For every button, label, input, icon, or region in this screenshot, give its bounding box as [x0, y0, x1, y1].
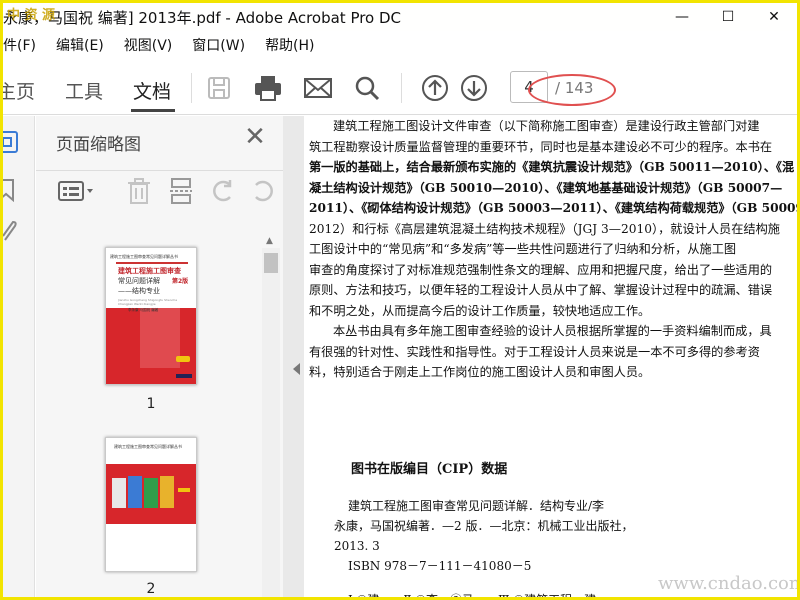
cip-line: 永康，马国祝编著．—2 版．—北京：机械工业出版社，: [334, 519, 634, 533]
toolbar-separator: [401, 73, 402, 103]
cover-series-text: 建筑工程施工图审查常见问题详解丛书: [110, 254, 178, 259]
thumbnail-label-2: 2: [146, 581, 156, 597]
doc-line: 工图设计中的“常见病”和“多发病”等一些共性问题进行了归纳和分析，从施工图: [309, 242, 737, 256]
panel-toolbar: [36, 170, 283, 210]
page-up-icon[interactable]: [420, 73, 450, 103]
menu-view[interactable]: 视图(V): [124, 35, 173, 55]
cover-title-line2: 常见问题详解: [118, 277, 160, 285]
doc-line: 2011）、《砌体结构设计规范》（GB 50003—2011）、《建筑结构荷载规…: [309, 201, 797, 215]
annotation-ellipse: [528, 74, 616, 106]
document-view[interactable]: 建筑工程施工图设计文件审查（以下简称施工图审查）是建设行政主管部门对建 筑工程勘…: [304, 116, 797, 600]
main-toolbar: 主页 工具 文档 4 / 143: [3, 61, 797, 115]
active-tab-indicator: [131, 109, 175, 112]
tab-tools[interactable]: 工具: [65, 77, 103, 104]
attachments-icon[interactable]: [3, 220, 19, 248]
window-controls: — ☐ ✕: [659, 3, 797, 31]
page-thumbnails-icon[interactable]: [3, 130, 21, 158]
search-icon[interactable]: [352, 73, 382, 103]
cover-title-line1: 建筑工程施工图审查: [118, 266, 181, 275]
menu-bar: 件(F) 编辑(E) 视图(V) 窗口(W) 帮助(H): [3, 33, 797, 57]
doc-line: 第一版的基础上，结合最新颁布实施的《建筑抗震设计规范》（GB 50011—201…: [309, 160, 795, 174]
doc-line: 和不明之处，从而提高今后的设计工作质量，较快地适应工作。: [309, 303, 651, 318]
site-watermark: www.cndao.com: [658, 573, 800, 594]
doc-line: 有很强的针对性、实践性和指导性。对于工程设计人员来说是一本不可多得的参考资: [309, 344, 760, 359]
doc-line: 本丛书由具有多年施工图审查经验的设计人员根据所掌握的一手资料编制而成，具: [333, 324, 772, 338]
scroll-up-arrow[interactable]: ▲: [266, 236, 273, 246]
window-title: 永康，马国祝 编著] 2013年.pdf - Adobe Acrobat Pro…: [3, 8, 402, 27]
cover-english-title: Jianzhu Gongcheng Shigongtu Shencha Chan…: [118, 298, 178, 306]
cip-line: Ⅰ.①建… Ⅱ.①李…②马… Ⅲ.①建筑工程－建: [348, 593, 597, 600]
thumbnail-options-icon[interactable]: [56, 177, 96, 205]
doc-line: 筑工程勘察设计质量监督管理的重要环节，同时也是基本建设必不可少的程序。本书在: [309, 139, 773, 154]
left-navigation-rail: [3, 116, 35, 597]
menu-window[interactable]: 窗口(W): [192, 35, 245, 55]
doc-line: 建筑工程施工图设计文件审查（以下简称施工图审查）是建设行政主管部门对建: [333, 119, 760, 133]
thumbnails-scrollbar[interactable]: [262, 248, 280, 597]
menu-edit[interactable]: 编辑(E): [56, 35, 104, 55]
rotate-right-icon[interactable]: [248, 177, 278, 205]
cip-heading: 图书在版编目（CIP）数据: [351, 462, 508, 477]
page-2-header-text: 建筑工程施工图审查常见问题详解丛书: [114, 444, 182, 449]
save-icon[interactable]: [204, 73, 234, 103]
doc-line: 凝土结构设计规范》（GB 50010—2010）、《建筑地基基础设计规范》（GB…: [309, 180, 783, 195]
cip-line: 2013. 3: [334, 539, 380, 553]
collapse-arrow-icon[interactable]: [293, 363, 300, 375]
cover-edition: 第2版: [172, 278, 189, 285]
doc-line: 原则、方法和技巧，以便年轻的工程设计人员从中了解、掌握设计过程中的疏漏、错误: [309, 283, 773, 297]
maximize-button[interactable]: ☐: [705, 3, 751, 31]
page-2-image: [106, 438, 196, 571]
minimize-button[interactable]: —: [659, 3, 705, 31]
acrobat-window: 永康，马国祝 编著] 2013年.pdf - Adobe Acrobat Pro…: [0, 0, 800, 600]
close-button[interactable]: ✕: [751, 3, 797, 31]
cover-subtitle: ——结构专业: [118, 287, 160, 295]
thumbnail-label-1: 1: [146, 396, 156, 412]
scrollbar-thumb[interactable]: [264, 253, 278, 273]
title-bar: 永康，马国祝 编著] 2013年.pdf - Adobe Acrobat Pro…: [3, 3, 797, 31]
email-icon[interactable]: [303, 73, 333, 103]
tab-home[interactable]: 主页: [3, 77, 35, 104]
page-down-icon[interactable]: [459, 73, 489, 103]
bookmarks-icon[interactable]: [3, 178, 19, 206]
toolbar-separator: [191, 73, 192, 103]
watermark-logo: 中 资 源: [7, 8, 56, 23]
doc-line: 2012）和行标《高层建筑混凝土结构技术规程》（JGJ 3—2010），就设计人…: [309, 221, 780, 236]
rotate-left-icon[interactable]: [208, 177, 238, 205]
doc-line: 料，特别适合于刚走上工作岗位的施工图设计人员和审图人员。: [309, 365, 651, 379]
print-icon[interactable]: [253, 73, 283, 103]
panel-splitter[interactable]: [283, 116, 304, 597]
menu-file[interactable]: 件(F): [3, 35, 36, 55]
document-text: 建筑工程施工图设计文件审查（以下简称施工图审查）是建设行政主管部门对建 筑工程勘…: [309, 116, 797, 383]
page-thumbnail-2[interactable]: 建筑工程施工图审查常见问题详解丛书: [105, 437, 197, 572]
delete-page-icon[interactable]: [124, 177, 154, 205]
panel-close-icon[interactable]: ✕: [242, 124, 268, 150]
page-thumbnails-panel: 页面缩略图 ✕ ▲ 建筑工程施工图审查常见问题详解丛书 建筑工程施工图审查 常见…: [36, 116, 283, 597]
page-thumbnail-1[interactable]: 建筑工程施工图审查常见问题详解丛书 建筑工程施工图审查 常见问题详解 第2版 —…: [105, 247, 197, 385]
panel-title: 页面缩略图: [56, 135, 141, 155]
cover-author: 李永康 马国祝 编著: [128, 308, 159, 312]
cip-block: 建筑工程施工图审查常见问题详解．结构专业/李 永康，马国祝编著．—2 版．—北京…: [334, 496, 634, 600]
cip-line: ISBN 978－7－111－41080－5: [348, 559, 532, 573]
cip-line: 建筑工程施工图审查常见问题详解．结构专业/李: [348, 499, 605, 513]
extract-page-icon[interactable]: [166, 177, 196, 205]
tab-document[interactable]: 文档: [133, 77, 171, 104]
doc-line: 审查的角度探讨了对标准规范强制性条文的理解、应用和把握尺度，给出了一些适用的: [309, 262, 773, 277]
menu-help[interactable]: 帮助(H): [265, 35, 314, 55]
